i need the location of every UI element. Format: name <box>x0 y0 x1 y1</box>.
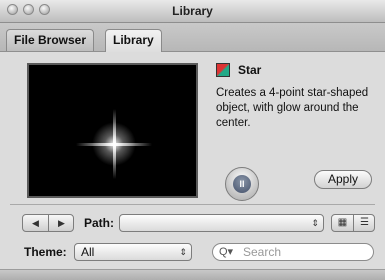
icon-view-icon[interactable]: ▦ <box>332 215 353 231</box>
tab-file-browser[interactable]: File Browser <box>6 29 95 51</box>
title-bar[interactable]: Library <box>0 0 385 23</box>
library-content: Star Creates a 4-point star-shaped objec… <box>0 52 385 279</box>
history-navigation: ◀ ▶ <box>22 214 74 232</box>
theme-label: Theme: <box>24 245 67 259</box>
tab-bar: File Browser Library <box>0 23 385 52</box>
preview-canvas <box>27 63 198 198</box>
pause-icon: II <box>233 175 251 193</box>
list-view-icon[interactable]: ☰ <box>354 215 374 231</box>
view-mode-toggle: ▦ ☰ <box>331 214 375 232</box>
window-title: Library <box>172 4 213 18</box>
library-window: Library File Browser Library Star Create… <box>0 0 385 280</box>
back-arrow-icon[interactable]: ◀ <box>23 215 48 231</box>
item-name: Star <box>238 63 262 77</box>
pause-button[interactable]: II <box>225 167 259 201</box>
bin-strip <box>0 269 385 280</box>
theme-popup[interactable]: All ⇕ <box>74 243 192 261</box>
theme-value: All <box>81 245 95 259</box>
path-popup[interactable]: ⇕ <box>119 214 324 232</box>
generator-icon <box>216 63 230 77</box>
popup-arrows-icon: ⇕ <box>311 218 319 228</box>
search-field[interactable]: Q▾ Search <box>212 243 374 261</box>
forward-arrow-icon[interactable]: ▶ <box>49 215 73 231</box>
popup-arrows-icon: ⇕ <box>179 247 187 257</box>
divider <box>10 204 375 205</box>
search-icon[interactable]: Q▾ <box>219 244 233 260</box>
tab-library[interactable]: Library <box>105 29 162 52</box>
apply-button[interactable]: Apply <box>314 170 372 189</box>
search-placeholder: Search <box>243 245 282 259</box>
path-label: Path: <box>84 216 114 230</box>
item-description: Creates a 4-point star-shaped object, wi… <box>216 87 369 129</box>
